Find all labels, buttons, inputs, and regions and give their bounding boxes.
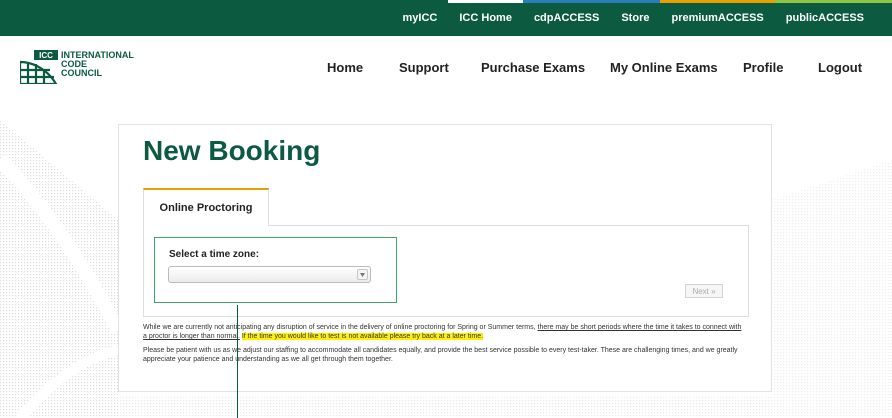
top-nav-store[interactable]: Store <box>610 0 661 36</box>
main-nav-support[interactable]: Support <box>399 60 449 75</box>
notice-highlighted-text: If the time you would like to test is no… <box>241 333 484 340</box>
nav-strip <box>774 0 892 3</box>
main-nav-logout[interactable]: Logout <box>818 60 862 75</box>
top-nav-label: publicACCESS <box>785 12 864 24</box>
top-bar: myICC ICC Home cdpACCESS Store premiumAC… <box>0 0 892 36</box>
timezone-select[interactable] <box>168 266 371 283</box>
notice-paragraph-2: Please be patient with us as we adjust o… <box>143 347 738 363</box>
nav-strip <box>448 0 523 3</box>
chevron-down-icon[interactable] <box>357 269 368 280</box>
top-nav-label: ICC Home <box>459 12 512 24</box>
nav-strip <box>610 0 661 3</box>
top-nav-publicaccess[interactable]: publicACCESS <box>774 0 892 36</box>
top-nav-label: premiumACCESS <box>671 12 764 24</box>
top-nav-cdpaccess[interactable]: cdpACCESS <box>522 0 611 36</box>
booking-card: New Booking Online Proctoring Select a t… <box>118 124 772 392</box>
main-nav-profile[interactable]: Profile <box>743 60 783 75</box>
main-nav: Home Support Purchase Exams My Online Ex… <box>0 60 892 80</box>
top-nav-icc-home[interactable]: ICC Home <box>448 0 523 36</box>
notice-paragraph-1: While we are currently not anticipating … <box>143 323 743 341</box>
page-title: New Booking <box>143 135 321 166</box>
timezone-box: Select a time zone: <box>154 237 397 303</box>
tab-online-proctoring[interactable]: Online Proctoring <box>143 188 269 226</box>
annotation-pointer-line <box>237 305 238 418</box>
tab-panel: Select a time zone: Next » <box>143 225 749 317</box>
nav-strip <box>660 0 775 3</box>
main-nav-purchase-exams[interactable]: Purchase Exams <box>481 60 585 75</box>
top-nav-label: Store <box>621 12 650 24</box>
chevron-down-glyph <box>360 272 365 277</box>
logo-badge-text: ICC <box>39 51 53 60</box>
next-button[interactable]: Next » <box>685 284 723 298</box>
top-nav-myicc[interactable]: myICC <box>392 0 449 36</box>
top-nav: myICC ICC Home cdpACCESS Store premiumAC… <box>392 0 892 36</box>
nav-strip <box>392 0 449 3</box>
tab-label: Online Proctoring <box>159 202 253 214</box>
timezone-label: Select a time zone: <box>169 249 260 260</box>
top-nav-label: myICC <box>402 12 438 24</box>
top-nav-label: cdpACCESS <box>533 12 600 24</box>
top-nav-premiumaccess[interactable]: premiumACCESS <box>660 0 775 36</box>
main-nav-home[interactable]: Home <box>327 60 363 75</box>
main-nav-my-online-exams[interactable]: My Online Exams <box>610 60 718 75</box>
nav-strip <box>522 0 611 3</box>
notice-text: While we are currently not anticipating … <box>143 324 538 331</box>
service-notice: While we are currently not anticipating … <box>143 323 743 369</box>
